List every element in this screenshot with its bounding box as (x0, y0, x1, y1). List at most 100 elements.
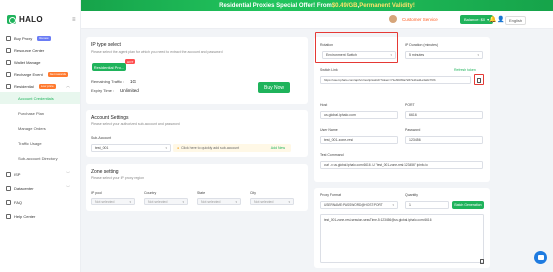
port-value: 6616 (409, 113, 417, 117)
sidebar-item-label: Manage Orders (18, 125, 46, 131)
sidebar-item-label: ISP (14, 171, 21, 177)
sidebar-item-label: Wallet Manage (14, 59, 41, 65)
sidebar-item-faq[interactable]: FAQ (0, 196, 80, 208)
question-icon (6, 199, 11, 205)
support-avatar (389, 15, 397, 23)
sidebar-item-residential[interactable]: Residential Low price ︿ (0, 80, 80, 92)
batch-generation-button[interactable]: Batch Generation (452, 201, 484, 209)
sidebar-item-label: Traffic Usage (18, 140, 42, 146)
city-value: Not selected (254, 199, 274, 204)
chevron-down-icon: ▾ (129, 199, 131, 204)
credentials-panel: Rotation Environment Switch ▾ IP Duratio… (314, 32, 490, 182)
sidebar-sub-purchase-plan[interactable]: Purchase Plan (0, 107, 80, 119)
sidebar: HALO ≡ Buy Proxy Renew Resource Center W… (0, 0, 81, 272)
chevron-down-icon: ▾ (477, 53, 479, 57)
ip-pool-value: Not selected (95, 199, 115, 204)
quantity-value: 1 (409, 203, 411, 207)
halo-logo-icon (7, 15, 16, 24)
buy-now-button[interactable]: Buy Now (258, 82, 290, 93)
ip-pool-select[interactable]: Not selected ▾ (91, 198, 135, 205)
host-label: Host (320, 103, 328, 107)
username-label: User Name (320, 128, 338, 132)
password-label: Password (405, 128, 421, 132)
logo[interactable]: HALO (7, 15, 43, 24)
sidebar-sub-traffic-usage[interactable]: Traffic Usage (0, 137, 80, 149)
banner-deal: Permanent Validity! (359, 2, 415, 9)
promo-banner[interactable]: Residential Proxies Special Offer! From … (81, 0, 553, 11)
sidebar-sub-account-directory[interactable]: Sub-account Directory (0, 152, 80, 164)
rotation-highlight-box (315, 32, 398, 63)
sidebar-item-label: Resource Center (14, 47, 45, 53)
switch-link-field[interactable]: https://user.iphalo.com/api/v1/res/ip/sw… (320, 76, 471, 84)
sidebar-sub-manage-orders[interactable]: Manage Orders (0, 122, 80, 134)
host-field[interactable]: us.global.iphalo.com (320, 111, 398, 119)
copy-icon[interactable] (480, 259, 484, 264)
ip-pool-label: IP pool (91, 191, 102, 195)
city-select[interactable]: Not selected ▾ (250, 198, 294, 205)
copy-highlight-box (474, 74, 484, 85)
sub-account-select[interactable]: test_001 ▾ (91, 144, 171, 152)
sidebar-item-help-center[interactable]: Help Center (0, 210, 80, 222)
chat-support-icon[interactable] (534, 251, 547, 264)
batch-generation-label: Batch Generation (454, 203, 482, 207)
sidebar-item-wallet[interactable]: Wallet Manage (0, 56, 80, 68)
expiry-time-value: Unlimited (120, 88, 139, 93)
sidebar-sub-account-credentials[interactable]: Account Credentials (0, 92, 80, 104)
globe-icon (6, 171, 11, 177)
proxy-output-text: test_001-zone-resi-session-sessTime-5:12… (324, 218, 432, 222)
proxy-format-label: Proxy Format (320, 193, 342, 197)
balance-label: Balance: $0 (464, 17, 486, 22)
state-label: State (197, 191, 206, 195)
user-icon[interactable]: 👤 (497, 16, 504, 23)
sidebar-item-datacenter[interactable]: Datacenter ﹀ (0, 182, 80, 194)
collapse-sidebar-icon[interactable]: ≡ (72, 17, 76, 23)
add-new-link[interactable]: Add New (271, 146, 285, 150)
sidebar-item-resource-center[interactable]: Resource Center (0, 44, 80, 56)
ip-duration-value: 5 minutes (409, 53, 425, 57)
language-selector[interactable]: English (505, 16, 527, 25)
resource-icon (6, 47, 11, 53)
quantity-input[interactable]: 1 (405, 201, 449, 209)
account-card-subtitle: Please select your authorized sub-accoun… (91, 122, 180, 126)
password-field[interactable]: 123456 (405, 136, 483, 144)
chevron-down-icon: ▾ (235, 199, 237, 204)
host-value: us.global.iphalo.com (324, 113, 356, 117)
proxy-output-area[interactable]: test_001-zone-resi-session-sessTime-5:12… (320, 214, 484, 263)
sidebar-item-label: FAQ (14, 199, 23, 205)
refresh-token-link[interactable]: Refresh token (454, 68, 476, 72)
chevron-down-icon: ▾ (165, 146, 167, 150)
state-value: Not selected (201, 199, 221, 204)
test-command-field[interactable]: curl -x us.global.iphalo.com:6616 -U "te… (320, 161, 483, 169)
expiry-time-label: Expiry Time : (91, 88, 115, 93)
residential-plan-button[interactable]: Residential Pro... (92, 63, 126, 71)
proxy-format-panel: Proxy Format USERNAME:PASSWORD@HOST:PORT… (314, 188, 490, 268)
ip-type-card: IP type select Please select the agent p… (86, 37, 308, 104)
ip-duration-select[interactable]: 5 minutes ▾ (405, 51, 483, 59)
test-command-label: Test Command (320, 153, 344, 157)
sidebar-item-recharge-event[interactable]: Recharge Event Get rewards (0, 68, 80, 80)
add-sub-account-hint: ● Click here to quickly add sub-account … (173, 144, 291, 152)
state-select[interactable]: Not selected ▾ (197, 198, 241, 205)
password-value: 123456 (409, 138, 421, 142)
customer-service-link[interactable]: Customer Service (399, 15, 441, 24)
username-field[interactable]: test_001-zone-resi (320, 136, 398, 144)
sidebar-item-label: Sub-account Directory (18, 155, 58, 161)
sidebar-item-buy-proxy[interactable]: Buy Proxy Renew (0, 32, 80, 44)
cart-icon (6, 35, 11, 41)
sidebar-item-label: Recharge Event (14, 71, 43, 77)
chevron-down-icon: ﹀ (66, 171, 70, 176)
country-select[interactable]: Not selected ▾ (144, 198, 188, 205)
help-icon (6, 213, 11, 219)
remaining-traffic-value: 1G (130, 79, 137, 84)
proxy-format-select[interactable]: USERNAME:PASSWORD@HOST:PORT ▾ (320, 201, 398, 209)
chevron-up-icon: ︿ (66, 83, 70, 88)
port-field[interactable]: 6616 (405, 111, 483, 119)
plan-button-label: Residential Pro... (93, 64, 125, 70)
remaining-traffic-label: Remaining Traffic : (91, 79, 125, 84)
switch-link-value: https://user.iphalo.com/api/v1/res/ip/sw… (324, 78, 436, 82)
bell-icon[interactable]: 🔔 (489, 16, 496, 23)
quantity-label: Quantity (405, 193, 419, 197)
ip-duration-label: IP Duration (minutes) (405, 43, 439, 47)
sidebar-item-isp[interactable]: ISP ﹀ (0, 168, 80, 180)
ip-card-subtitle: Please select the agent plan for which y… (91, 50, 223, 54)
